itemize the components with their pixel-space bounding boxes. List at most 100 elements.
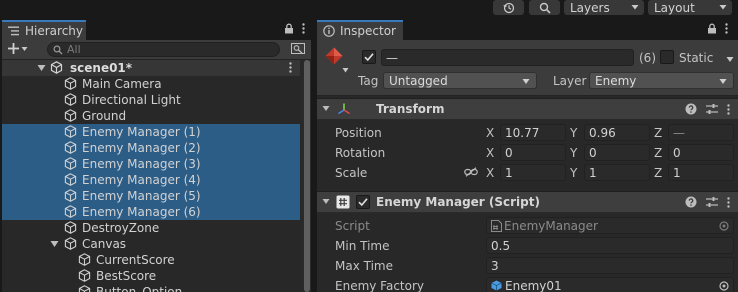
layers-dropdown[interactable]: Layers	[564, 0, 644, 15]
scale-z-label[interactable]: Z	[654, 166, 662, 180]
transform-header[interactable]: Transform	[317, 98, 738, 120]
chevron-down-icon	[719, 78, 727, 85]
rotation-y-field[interactable]: 0	[584, 144, 650, 161]
more-menu-icon[interactable]	[727, 196, 730, 208]
rotation-x-field[interactable]: 0	[500, 144, 566, 161]
unity-scene-icon	[50, 61, 63, 74]
foldout-arrow-icon[interactable]	[322, 105, 330, 112]
hierarchy-item[interactable]: Enemy Manager (2)	[2, 140, 300, 156]
enemy-manager-script-title: Enemy Manager (Script)	[376, 195, 540, 209]
rotation-z-field[interactable]: 0	[668, 144, 734, 161]
gameobject-cube-icon	[64, 221, 77, 234]
inspector-panel: Inspector — (6) Static Tag Untagged Laye…	[317, 20, 738, 292]
position-y-field[interactable]: 0.96	[584, 124, 650, 141]
scene-more-menu-icon[interactable]	[289, 62, 292, 73]
scene-name: scene01*	[70, 61, 133, 75]
position-z-field[interactable]: —	[668, 124, 734, 141]
layer-dropdown[interactable]: Enemy	[589, 72, 734, 89]
more-menu-icon[interactable]	[725, 23, 728, 34]
layout-label: Layout	[654, 0, 695, 15]
chevron-down-icon	[522, 78, 530, 85]
hierarchy-item-label: Enemy Manager (4)	[82, 173, 201, 187]
search-button[interactable]	[529, 0, 560, 15]
script-field: EnemyManager	[486, 217, 734, 234]
search-filter-button[interactable]	[291, 43, 305, 56]
expand-arrow-icon[interactable]	[50, 240, 59, 248]
tab-inspector[interactable]: Inspector	[317, 20, 403, 40]
object-picker-icon[interactable]	[719, 281, 729, 291]
scale-x-field[interactable]: 1	[500, 164, 566, 181]
scrollbar-thumb[interactable]	[304, 60, 310, 292]
script-enabled-checkbox[interactable]	[356, 195, 370, 209]
scale-y-field[interactable]: 1	[584, 164, 650, 181]
tab-hierarchy[interactable]: Hierarchy	[2, 20, 86, 40]
more-menu-icon[interactable]	[302, 23, 305, 34]
tag-label: Tag	[358, 74, 379, 88]
hierarchy-item[interactable]: Directional Light	[2, 92, 300, 108]
hierarchy-item[interactable]: Enemy Manager (1)	[2, 124, 300, 140]
scale-x-label[interactable]: X	[486, 166, 494, 180]
scale-y-label[interactable]: Y	[570, 166, 577, 180]
hierarchy-item[interactable]: Ground	[2, 108, 300, 124]
preset-sliders-icon[interactable]	[706, 196, 718, 208]
min-time-field[interactable]: 0.5	[486, 237, 734, 254]
foldout-arrow-icon[interactable]	[322, 198, 330, 205]
enemy-manager-script-header[interactable]: Enemy Manager (Script)	[317, 191, 738, 213]
hierarchy-item-label: Enemy Manager (5)	[82, 189, 201, 203]
hierarchy-item[interactable]: Canvas	[2, 236, 300, 252]
gameobject-name-field[interactable]: —	[381, 49, 634, 66]
tag-dropdown[interactable]: Untagged	[383, 72, 537, 89]
lock-icon[interactable]	[707, 23, 717, 34]
static-checkbox[interactable]	[660, 50, 674, 64]
position-x-label[interactable]: X	[486, 126, 494, 140]
more-menu-icon[interactable]	[727, 103, 730, 115]
enemy-factory-field[interactable]: Enemy01	[486, 277, 734, 292]
help-icon[interactable]	[685, 103, 697, 115]
gameobject-header: — (6) Static Tag Untagged Layer Enemy	[317, 40, 738, 96]
lock-icon[interactable]	[284, 23, 294, 34]
rotation-y-label[interactable]: Y	[570, 146, 577, 160]
position-z-label[interactable]: Z	[654, 126, 662, 140]
hierarchy-item[interactable]: BestScore	[2, 268, 300, 284]
hierarchy-item[interactable]: Main Camera	[2, 76, 300, 92]
help-icon[interactable]	[685, 196, 697, 208]
gameobject-cube-icon	[64, 173, 77, 186]
rotation-z-label[interactable]: Z	[654, 146, 662, 160]
expand-arrow-icon[interactable]	[37, 64, 46, 72]
rotation-x-label[interactable]: X	[486, 146, 494, 160]
layout-dropdown[interactable]: Layout	[648, 0, 732, 15]
icon-dropdown-chevron-icon[interactable]	[342, 67, 349, 73]
hierarchy-search-input[interactable]: All	[47, 42, 280, 57]
history-button[interactable]	[493, 0, 524, 15]
position-y-label[interactable]: Y	[570, 126, 577, 140]
filter-icon	[291, 43, 305, 56]
hierarchy-item[interactable]: DestroyZone	[2, 220, 300, 236]
hierarchy-item-label: Enemy Manager (1)	[82, 125, 201, 139]
hierarchy-panel: Hierarchy All scene01* Main Camera Direc…	[2, 20, 311, 292]
active-checkbox[interactable]	[362, 50, 376, 64]
hierarchy-item[interactable]: Enemy Manager (6)	[2, 204, 300, 220]
hierarchy-scrollbar[interactable]	[303, 60, 311, 292]
hierarchy-item-label: DestroyZone	[82, 221, 160, 235]
static-label: Static	[679, 51, 714, 65]
hierarchy-item[interactable]: Button_Option	[2, 284, 300, 292]
enemy-factory-label: Enemy Factory	[335, 279, 425, 292]
scene-row[interactable]: scene01*	[2, 60, 300, 76]
position-label: Position	[335, 126, 382, 140]
hierarchy-item[interactable]: CurrentScore	[2, 252, 300, 268]
hierarchy-item-label: Directional Light	[82, 93, 181, 107]
hierarchy-item[interactable]: Enemy Manager (5)	[2, 188, 300, 204]
chevron-down-icon[interactable]	[726, 56, 734, 63]
scale-z-field[interactable]: 1	[668, 164, 734, 181]
max-time-field[interactable]: 3	[486, 257, 734, 274]
hierarchy-item[interactable]: Enemy Manager (4)	[2, 172, 300, 188]
hierarchy-item-label: Canvas	[82, 237, 127, 251]
selection-count: (6)	[639, 51, 656, 65]
gameobject-icon[interactable]	[323, 46, 345, 68]
hierarchy-item[interactable]: Enemy Manager (3)	[2, 156, 300, 172]
hierarchy-item-label: Button_Option	[96, 285, 183, 292]
add-object-button[interactable]	[8, 43, 28, 54]
preset-sliders-icon[interactable]	[706, 103, 718, 115]
constrain-proportions-link-icon[interactable]	[464, 167, 478, 177]
position-x-field[interactable]: 10.77	[500, 124, 566, 141]
